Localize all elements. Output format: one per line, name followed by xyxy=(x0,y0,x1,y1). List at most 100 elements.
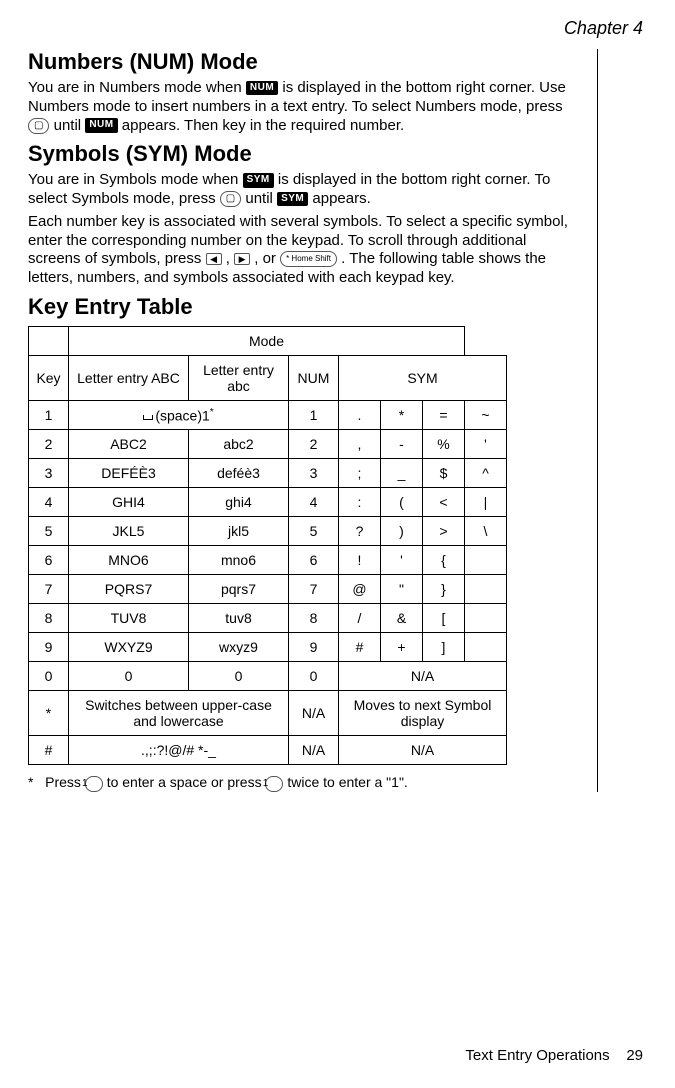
table-row: 7PQRS7pqrs77@"} xyxy=(29,575,507,604)
table-cell-num: 7 xyxy=(289,575,339,604)
right-arrow-icon: ▶ xyxy=(234,253,250,265)
table-cell-key: 1 xyxy=(29,400,69,430)
text: , or xyxy=(254,250,280,267)
table-row: 3DEFÉÈ3deféè33;_$^ xyxy=(29,459,507,488)
table-cell-blank xyxy=(29,326,69,355)
table-cell-sym xyxy=(465,604,507,633)
text: You are in Numbers mode when xyxy=(28,79,246,96)
text: Press xyxy=(45,774,85,790)
table-cell-lower: jkl5 xyxy=(189,517,289,546)
table-cell-upper: GHI4 xyxy=(69,488,189,517)
footer-section: Text Entry Operations xyxy=(465,1047,609,1064)
table-cell-lower: pqrs7 xyxy=(189,575,289,604)
table-cell-lower: deféè3 xyxy=(189,459,289,488)
table-cell-sym-merged: N/A xyxy=(339,736,507,765)
nav-key-icon: ▢ xyxy=(28,118,49,134)
num-mode-paragraph: You are in Numbers mode when NUM is disp… xyxy=(28,79,577,135)
num-mode-heading: Numbers (NUM) Mode xyxy=(28,49,577,75)
table-cell-lower: 0 xyxy=(189,662,289,691)
table-cell-sym: : xyxy=(339,488,381,517)
table-cell-sym: , xyxy=(339,430,381,459)
table-cell-num: 8 xyxy=(289,604,339,633)
table-cell-sym: ] xyxy=(423,633,465,662)
content-area: Numbers (NUM) Mode You are in Numbers mo… xyxy=(28,49,598,792)
table-row: 9WXYZ9wxyz99#+] xyxy=(29,633,507,662)
table-cell-key: 4 xyxy=(29,488,69,517)
table-row: 6MNO6mno66!'{ xyxy=(29,546,507,575)
text: to enter a space or press xyxy=(107,774,266,790)
page-footer: Text Entry Operations 29 xyxy=(465,1047,643,1064)
table-cell-letters-merged: (space)1* xyxy=(69,400,289,430)
table-cell-sym: & xyxy=(381,604,423,633)
chapter-header: Chapter 4 xyxy=(28,18,643,39)
table-cell-sym: ) xyxy=(381,517,423,546)
table-cell-num: N/A xyxy=(289,691,339,736)
table-cell-sym-merged: Moves to next Symbol display xyxy=(339,691,507,736)
table-header-num: NUM xyxy=(289,355,339,400)
table-row: 2ABC2abc22,-%' xyxy=(29,430,507,459)
table-cell-num: 6 xyxy=(289,546,339,575)
table-cell-num: 2 xyxy=(289,430,339,459)
sym-badge-icon: SYM xyxy=(243,173,274,188)
table-cell-key: 6 xyxy=(29,546,69,575)
table-row: 8TUV8tuv88/&[ xyxy=(29,604,507,633)
table-cell-sym: ( xyxy=(381,488,423,517)
table-row: *Switches between upper-case and lowerca… xyxy=(29,691,507,736)
shift-key-icon: * Home Shift xyxy=(280,251,337,267)
sym-mode-heading: Symbols (SYM) Mode xyxy=(28,141,577,167)
text: You are in Symbols mode when xyxy=(28,171,243,188)
left-arrow-icon: ◀ xyxy=(206,253,222,265)
table-cell-letters-merged: Switches between upper-case and lowercas… xyxy=(69,691,289,736)
table-header-abc-lower: Letter entry abc xyxy=(189,355,289,400)
table-cell-sym: " xyxy=(381,575,423,604)
table-cell-upper: WXYZ9 xyxy=(69,633,189,662)
table-cell-sym: @ xyxy=(339,575,381,604)
sym-mode-paragraph-1: You are in Symbols mode when SYM is disp… xyxy=(28,171,577,209)
num-badge-icon: NUM xyxy=(85,118,117,133)
text: until xyxy=(245,190,277,207)
table-cell-sym: > xyxy=(423,517,465,546)
table-cell-upper: JKL5 xyxy=(69,517,189,546)
text: appears. xyxy=(312,190,370,207)
table-cell-sym: ! xyxy=(339,546,381,575)
table-cell-sym xyxy=(465,633,507,662)
key-entry-table: Mode Key Letter entry ABC Letter entry a… xyxy=(28,326,507,766)
table-cell-sym: % xyxy=(423,430,465,459)
table-cell-sym: / xyxy=(339,604,381,633)
table-cell-key: 0 xyxy=(29,662,69,691)
table-cell-sym: [ xyxy=(423,604,465,633)
table-cell-key: 2 xyxy=(29,430,69,459)
table-header-mode: Mode xyxy=(69,326,465,355)
table-cell-sym: | xyxy=(465,488,507,517)
table-cell-letters-merged: .,;:?!@/# *-_ xyxy=(69,736,289,765)
table-cell-num: 4 xyxy=(289,488,339,517)
table-cell-sym: < xyxy=(423,488,465,517)
table-cell-sym: ? xyxy=(339,517,381,546)
table-row: #.,;:?!@/# *-_N/AN/A xyxy=(29,736,507,765)
table-row: 4GHI4ghi44:(<| xyxy=(29,488,507,517)
table-cell-sym: { xyxy=(423,546,465,575)
table-cell-sym: * xyxy=(381,400,423,430)
table-cell-num: 0 xyxy=(289,662,339,691)
text: , xyxy=(226,250,234,267)
text: until xyxy=(54,117,86,134)
table-cell-sym: } xyxy=(423,575,465,604)
table-cell-num: 9 xyxy=(289,633,339,662)
table-cell-sym: . xyxy=(339,400,381,430)
table-cell-sym: _ xyxy=(381,459,423,488)
table-cell-key: 3 xyxy=(29,459,69,488)
table-cell-upper: ABC2 xyxy=(69,430,189,459)
one-key-icon: 1 xyxy=(85,776,103,792)
sym-badge-icon: SYM xyxy=(277,192,308,207)
table-cell-sym: = xyxy=(423,400,465,430)
table-cell-sym: ' xyxy=(465,430,507,459)
table-header-key: Key xyxy=(29,355,69,400)
text: appears. Then key in the required number… xyxy=(122,117,404,134)
table-header-sym: SYM xyxy=(339,355,507,400)
table-cell-upper: MNO6 xyxy=(69,546,189,575)
table-cell-lower: tuv8 xyxy=(189,604,289,633)
table-row: 0000N/A xyxy=(29,662,507,691)
table-cell-upper: TUV8 xyxy=(69,604,189,633)
sym-mode-paragraph-2: Each number key is associated with sever… xyxy=(28,213,577,288)
table-cell-sym: # xyxy=(339,633,381,662)
